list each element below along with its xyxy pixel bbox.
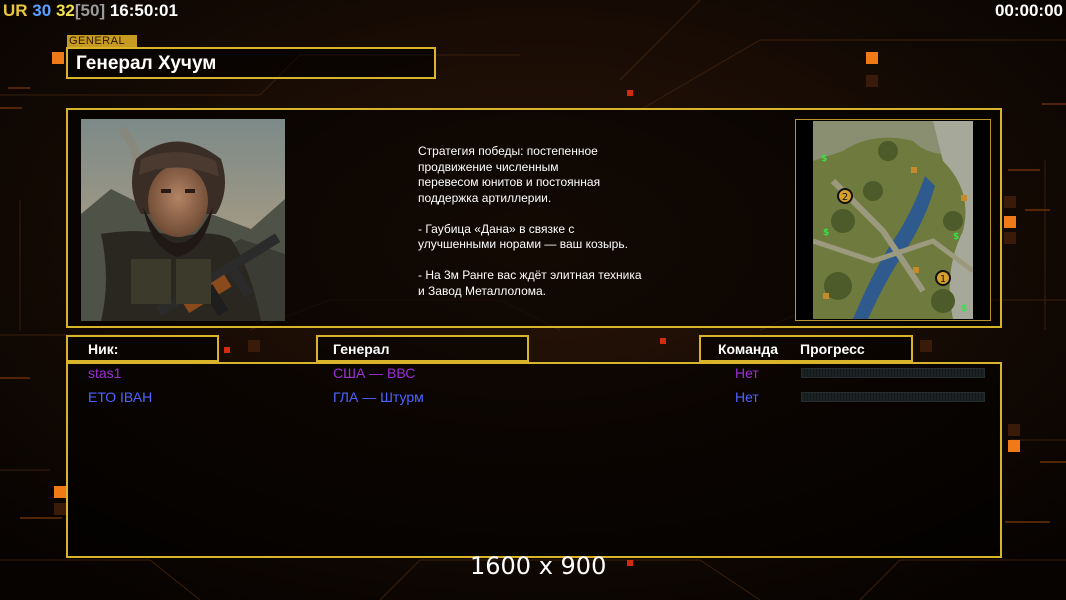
progress-bar	[801, 368, 985, 378]
player-team: Нет	[735, 389, 759, 405]
player-general: США — ВВС	[333, 365, 416, 381]
player-nick: ЕТО ІВАН	[88, 389, 153, 405]
hud-stats: UR 30 32[50] 16:50:01	[3, 1, 178, 21]
game-timer: 00:00:00	[994, 1, 1063, 20]
general-name: Генерал Хучум	[76, 53, 217, 74]
column-label-progress: Прогресс	[800, 341, 865, 357]
general-title-box: Генерал Хучум	[66, 47, 436, 79]
supply-marker: $	[961, 304, 967, 314]
progress-bar	[801, 392, 985, 402]
start-position-2: 2	[842, 192, 848, 203]
column-label-nick: Ник:	[88, 341, 119, 357]
player-nick: stas1	[88, 365, 122, 381]
player-general: ГЛА — Штурм	[333, 389, 424, 405]
column-header-nick: Ник:	[66, 335, 219, 362]
resolution-label: 1600 x 900	[470, 552, 607, 580]
player-team: Нет	[735, 365, 759, 381]
column-label-general: Генерал	[333, 341, 390, 357]
general-description: Стратегия победы: постепенное продвижени…	[418, 144, 642, 298]
general-info-panel: Стратегия победы: постепенное продвижени…	[66, 108, 1002, 328]
supply-marker: $	[821, 154, 827, 164]
minimap[interactable]: 2 1 $ $ $ $	[813, 121, 973, 319]
player-list: stas1 США — ВВС Нет ЕТО ІВАН ГЛА — Штурм…	[66, 362, 1002, 558]
stat-bracket-value: [50]	[74, 1, 106, 20]
supply-marker: $	[823, 228, 829, 238]
start-position-1: 1	[940, 274, 946, 285]
minimap-frame: 2 1 $ $ $ $	[795, 119, 991, 321]
column-header-team-progress: Команда Прогресс	[699, 335, 913, 362]
stat-value-2: 32	[55, 1, 75, 20]
clock: 16:50:01	[109, 1, 178, 20]
column-header-general: Генерал	[316, 335, 529, 362]
general-portrait	[81, 119, 285, 321]
stat-value-1: 30	[32, 1, 52, 20]
column-label-team: Команда	[718, 341, 778, 357]
supply-marker: $	[953, 232, 959, 242]
ur-label: UR	[3, 1, 28, 20]
